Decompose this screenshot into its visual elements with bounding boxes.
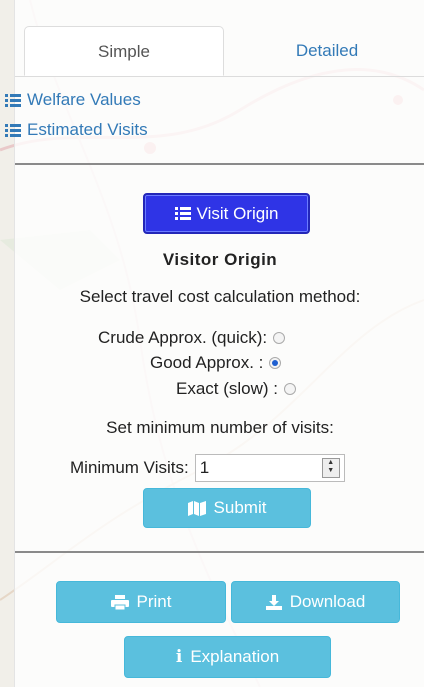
list-icon [174, 207, 191, 220]
min-visits-input[interactable]: 1 ▲ ▼ [194, 454, 345, 482]
tab-detailed[interactable]: Detailed [247, 26, 407, 76]
method-crude-label: Crude Approx. (quick): [98, 328, 268, 347]
list-icon [5, 123, 21, 137]
method-option-exact[interactable]: Exact (slow) : [176, 379, 297, 399]
estimated-visits-label: Estimated Visits [27, 120, 148, 139]
map-icon [187, 500, 206, 516]
download-label: Download [289, 592, 366, 611]
min-visits-label: Minimum Visits: [70, 458, 189, 477]
welfare-values-link[interactable]: Welfare Values [5, 90, 141, 110]
explanation-button[interactable]: i Explanation [124, 636, 331, 678]
min-visits-row: Minimum Visits: 1 ▲ ▼ [70, 454, 345, 482]
visit-origin-label: Visit Origin [196, 203, 279, 223]
print-icon [110, 594, 129, 610]
welfare-values-label: Welfare Values [27, 90, 141, 109]
list-icon [5, 93, 21, 107]
estimated-visits-link[interactable]: Estimated Visits [5, 120, 148, 140]
print-label: Print [136, 592, 172, 611]
section-divider-top [15, 163, 424, 165]
explanation-label: Explanation [190, 647, 280, 666]
method-option-crude[interactable]: Crude Approx. (quick): [98, 328, 286, 348]
section-divider-bottom [15, 551, 424, 553]
section-title: Visitor Origin [162, 250, 278, 269]
min-visits-prompt: Set minimum number of visits: [106, 418, 334, 437]
tab-simple[interactable]: Simple [24, 26, 224, 76]
tab-bar: Simple Detailed [15, 0, 424, 77]
stepper-icon[interactable]: ▲ ▼ [321, 458, 340, 478]
submit-label: Submit [213, 498, 267, 517]
radio-exact[interactable] [284, 383, 297, 395]
method-good-label: Good Approx. : [150, 353, 264, 372]
method-prompt: Select travel cost calculation method: [79, 287, 361, 306]
method-option-good[interactable]: Good Approx. : [150, 353, 282, 373]
method-exact-label: Exact (slow) : [176, 379, 279, 398]
sidebar-panel: Simple Detailed Welfare Values Estimated… [5, 0, 424, 687]
download-icon [265, 594, 282, 610]
radio-crude[interactable] [273, 332, 286, 344]
visit-origin-button[interactable]: Visit Origin [143, 193, 310, 234]
info-icon: i [175, 647, 183, 667]
min-visits-value: 1 [199, 458, 210, 477]
print-button[interactable]: Print [56, 581, 226, 623]
submit-button[interactable]: Submit [143, 488, 311, 528]
radio-good[interactable] [269, 357, 282, 369]
download-button[interactable]: Download [231, 581, 400, 623]
